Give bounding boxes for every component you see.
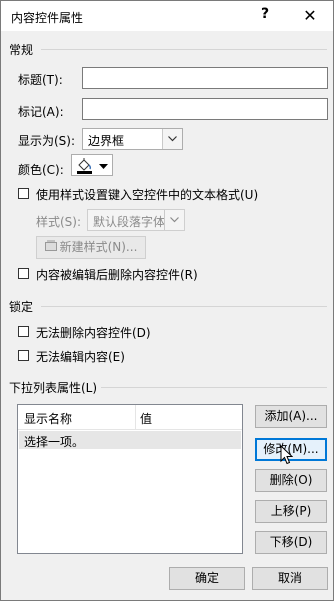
title-bar: 内容控件属性 ? ✕	[1, 1, 333, 31]
list-item[interactable]: 选择一项。	[19, 431, 241, 449]
help-button[interactable]: ?	[261, 6, 269, 22]
column-divider[interactable]	[135, 405, 136, 429]
new-style-label: 新建样式(N)...	[59, 240, 138, 254]
general-section-label: 常规	[9, 43, 34, 57]
locking-section-label: 锁定	[9, 300, 34, 314]
new-style-icon	[44, 237, 57, 258]
tag-input[interactable]	[82, 98, 328, 120]
show-as-select[interactable]: 边界框	[82, 128, 183, 150]
list-header: 显示名称 值	[18, 405, 242, 430]
use-style-checkbox[interactable]	[18, 188, 29, 199]
cannot-delete-label[interactable]: 无法删除内容控件(D)	[36, 324, 151, 341]
dropdown-divider	[101, 387, 327, 388]
delete-when-edited-checkbox[interactable]	[18, 268, 29, 279]
locking-divider	[41, 306, 327, 307]
color-label: 颜色(C):	[18, 163, 64, 177]
style-value: 默认段落字体	[93, 215, 166, 229]
add-button[interactable]: 添加(A)...	[255, 405, 327, 428]
delete-when-edited-label[interactable]: 内容被编辑后删除内容控件(R)	[36, 266, 198, 283]
move-down-button[interactable]: 下移(D)	[255, 531, 327, 554]
cancel-button[interactable]: 取消	[252, 567, 328, 590]
general-divider	[41, 49, 327, 50]
chevron-down-icon	[162, 129, 182, 149]
move-up-button[interactable]: 上移(P)	[255, 500, 327, 523]
style-select[interactable]: 默认段落字体	[87, 209, 185, 231]
list-item-display-name: 选择一项。	[24, 435, 85, 449]
cannot-delete-checkbox[interactable]	[18, 326, 29, 337]
color-picker-button[interactable]	[71, 154, 113, 176]
dropdown-section-label: 下拉列表属性(L)	[9, 381, 98, 395]
tag-label: 标记(A):	[18, 105, 64, 119]
mouse-pointer-icon	[280, 444, 294, 468]
use-style-label[interactable]: 使用样式设置键入空控件中的文本格式(U)	[36, 186, 258, 203]
content-control-properties-dialog: 内容控件属性 ? ✕ 常规 标题(T): 标记(A): 显示为(S): 边界框 …	[0, 0, 334, 601]
paint-bucket-icon	[76, 157, 94, 177]
chevron-down-icon	[99, 159, 108, 173]
chevron-down-icon	[164, 210, 184, 230]
window-title: 内容控件属性	[11, 11, 84, 25]
cannot-edit-label[interactable]: 无法编辑内容(E)	[36, 348, 125, 365]
delete-button[interactable]: 删除(O)	[255, 469, 327, 492]
close-button[interactable]: ✕	[287, 1, 333, 31]
new-style-button[interactable]: 新建样式(N)...	[36, 236, 146, 259]
dropdown-items-list[interactable]: 显示名称 值 选择一项。	[17, 404, 243, 554]
show-as-label: 显示为(S):	[18, 134, 76, 148]
title-label: 标题(T):	[18, 73, 63, 87]
title-input[interactable]	[82, 67, 328, 89]
column-header-display-name[interactable]: 显示名称	[24, 410, 72, 427]
style-label: 样式(S):	[36, 215, 82, 229]
show-as-value: 边界框	[88, 134, 125, 148]
ok-button[interactable]: 确定	[169, 567, 245, 590]
column-header-value[interactable]: 值	[140, 410, 152, 427]
cannot-edit-checkbox[interactable]	[18, 350, 29, 361]
